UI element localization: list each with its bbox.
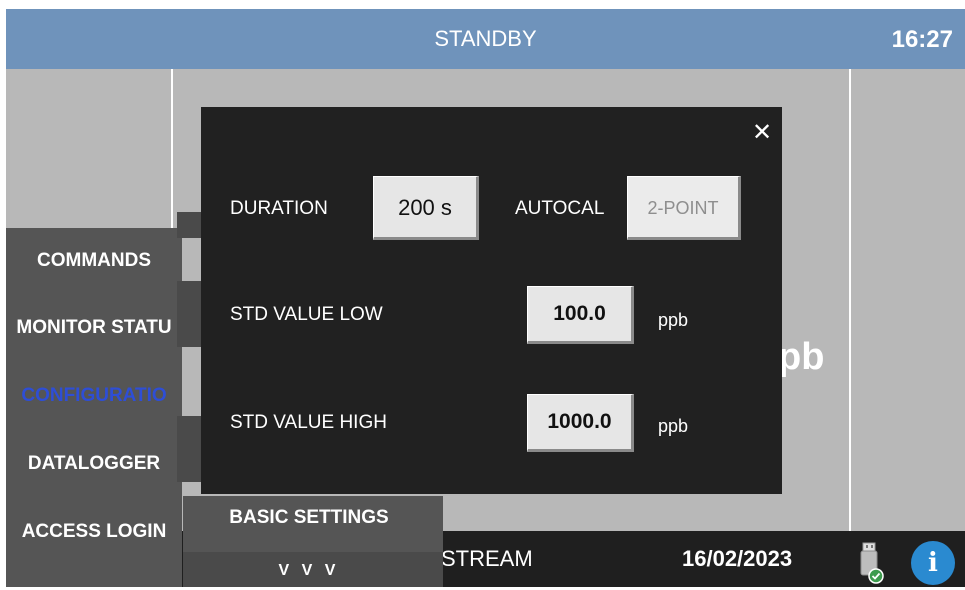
autocal-label: AUTOCAL (515, 198, 605, 219)
autocal-select[interactable]: 2-POINT (627, 176, 741, 240)
clock: 16:27 (891, 26, 953, 53)
menu-item-datalogger[interactable]: DATALOGGER (6, 441, 182, 487)
status-title: STANDBY (434, 26, 537, 51)
info-button[interactable]: i (911, 541, 955, 585)
duration-label: DURATION (230, 198, 328, 219)
submenu-basic-settings-label: BASIC SETTINGS (229, 507, 389, 528)
menu-item-commands[interactable]: COMMANDS (6, 238, 182, 284)
duration-field[interactable]: 200 s (373, 176, 479, 240)
std-high-unit: ppb (658, 416, 689, 436)
divider (171, 69, 173, 239)
date-label: 16/02/2023 (682, 546, 793, 571)
status-bar: STANDBY 16:27 (6, 9, 965, 69)
expand-chevrons: V V V (278, 562, 340, 579)
reading-unit: pb (778, 336, 825, 378)
calibration-dialog (201, 107, 782, 494)
divider (849, 69, 851, 531)
menu-item-configuration[interactable]: CONFIGURATIO (6, 373, 182, 419)
std-low-unit: ppb (658, 310, 689, 330)
menu-item-monitor-status[interactable]: MONITOR STATU (6, 305, 182, 351)
stream-label: STREAM (441, 546, 533, 571)
std-high-input[interactable]: 1000.0 (527, 394, 634, 452)
close-icon[interactable]: ✕ (752, 118, 772, 147)
usb-icon[interactable] (856, 541, 886, 585)
std-low-input[interactable]: 100.0 (527, 286, 634, 344)
std-high-label: STD VALUE HIGH (230, 412, 387, 433)
menu-item-access-login[interactable]: ACCESS LOGIN (6, 509, 182, 555)
std-low-label: STD VALUE LOW (230, 304, 383, 325)
